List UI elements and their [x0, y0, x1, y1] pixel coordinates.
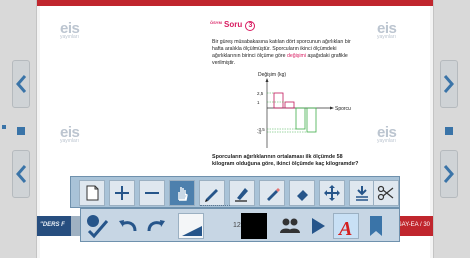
minus-icon [145, 192, 159, 194]
publisher-logo: eis yayınları [377, 124, 397, 144]
chart-bar [284, 101, 295, 109]
left-rail [0, 0, 37, 258]
group-button[interactable] [277, 213, 303, 239]
toolbar-grip[interactable] [200, 205, 230, 209]
move-icon [324, 185, 340, 201]
undo-icon [119, 220, 137, 232]
chevron-right-icon [444, 75, 454, 93]
text-tool-icon: A [337, 218, 352, 240]
question-prompt: Sporcuların ağırlıklarının ortalaması il… [212, 154, 359, 167]
pen-tool-button[interactable] [199, 180, 225, 206]
eraser-icon [297, 190, 308, 201]
next-section-button[interactable] [440, 150, 458, 198]
question-text: Bir güreş müsabakasına katılan dört spor… [212, 39, 351, 66]
page-marker [445, 127, 453, 135]
question-number: 3 [245, 21, 256, 31]
page-number: 12 [233, 222, 241, 229]
y-tick-label: 2,5 [257, 91, 264, 96]
next-page-button[interactable] [440, 60, 458, 108]
cut-tool-button[interactable] [373, 180, 399, 206]
osym-badge: ÖSYM [210, 20, 222, 25]
bookmark-button[interactable] [363, 213, 389, 239]
zoom-out-button[interactable] [139, 180, 165, 206]
hand-tool-button[interactable] [169, 180, 195, 206]
y-axis-label: Değişim (kg) [258, 72, 286, 78]
page-icon [86, 185, 99, 201]
svg-text:A: A [337, 218, 352, 240]
right-rail [433, 0, 470, 258]
text-tool-button[interactable]: A [333, 213, 359, 240]
chart-bar [295, 107, 306, 130]
chart-bar [306, 107, 317, 133]
y-tick-label: 1 [257, 100, 260, 105]
settings-toolbar: 12 A [80, 205, 400, 242]
prev-section-button[interactable] [12, 150, 30, 198]
y-tick-label: -4 [257, 130, 261, 135]
publisher-logo: eis yayınları [377, 20, 397, 40]
app-screen: eis yayınları eis yayınları eis yayınları e… [0, 0, 470, 258]
undo-button[interactable] [115, 213, 141, 239]
prev-page-button[interactable] [12, 60, 30, 108]
publisher-logo: eis yayınları [60, 124, 80, 144]
check-pen-icon [87, 215, 109, 239]
eraser-tool-button[interactable] [289, 180, 315, 206]
scissors-icon [377, 185, 394, 201]
hand-icon [178, 187, 188, 201]
change-chart: Değişim (kg) Sporcu 2,51-3,5-4 [257, 72, 351, 148]
play-button[interactable] [305, 213, 331, 239]
x-axis-arrow [330, 106, 334, 110]
chevron-left-icon [16, 75, 26, 93]
bookmark-icon [370, 216, 382, 236]
publisher-logo: eis yayınları [60, 20, 80, 40]
play-icon [312, 218, 325, 234]
highlighter-icon [235, 188, 248, 202]
redo-button[interactable] [143, 213, 169, 239]
group-icon [280, 218, 300, 233]
redo-icon [147, 220, 165, 232]
download-stamp-icon [356, 186, 368, 201]
highlighter-tool-button[interactable] [229, 180, 255, 206]
check-pen-button[interactable] [85, 213, 111, 239]
chevron-left-icon [16, 165, 26, 183]
page-marker [17, 127, 25, 135]
pen-icon [205, 189, 218, 202]
question-header: ÖSYM Soru 3 [210, 20, 256, 31]
line-thickness-icon [182, 226, 202, 236]
pencil-icon [267, 188, 280, 201]
move-tool-button[interactable] [319, 180, 345, 206]
stamp-tool-button[interactable] [349, 180, 375, 206]
new-page-button[interactable] [79, 180, 105, 206]
y-axis-arrow [265, 78, 269, 82]
question-label: Soru [224, 20, 243, 29]
chevron-right-icon [444, 165, 454, 183]
drawing-toolbar [70, 176, 400, 208]
color-swatch-icon [241, 213, 267, 239]
chart-bar [273, 92, 284, 109]
plus-icon [115, 186, 129, 200]
x-axis-label: Sporcu [335, 106, 351, 112]
pencil-tool-button[interactable] [259, 180, 285, 206]
footer-series-label: "DERS F [37, 216, 71, 236]
indicator-dot [2, 125, 6, 129]
zoom-in-button[interactable] [109, 180, 135, 206]
line-thickness-button[interactable] [178, 213, 204, 239]
color-swatch-button[interactable] [241, 213, 267, 239]
